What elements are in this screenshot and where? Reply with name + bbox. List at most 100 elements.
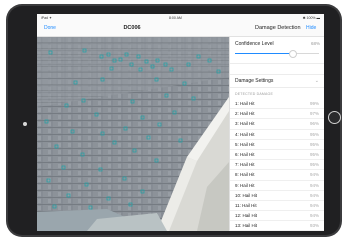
hail-marker-icon[interactable] — [154, 158, 159, 163]
hail-marker-icon[interactable] — [154, 77, 159, 82]
damage-settings-row[interactable]: Damage Settings ⌄ — [230, 74, 324, 88]
hail-marker-icon[interactable] — [155, 58, 160, 63]
damage-list-item[interactable]: 13: Hail Hit 93% — [230, 221, 324, 231]
detected-damage-list: 1: Hail Hit 99% 2: Hail Hit 97% 3: Hail Hit 9… — [230, 99, 324, 231]
damage-item-confidence: 97% — [309, 111, 319, 117]
hail-marker-icon[interactable] — [129, 62, 134, 67]
hail-marker-icon[interactable] — [207, 58, 212, 63]
hail-marker-icon[interactable] — [112, 140, 117, 145]
damage-item-confidence: 94% — [309, 192, 319, 198]
hail-marker-icon[interactable] — [84, 182, 89, 187]
hide-button[interactable]: Hide — [306, 25, 316, 31]
hail-marker-icon[interactable] — [132, 148, 137, 153]
hail-marker-icon[interactable] — [182, 81, 187, 86]
damage-item-label: 6: Hail Hit — [235, 151, 255, 157]
damage-item-label: 5: Hail Hit — [235, 141, 255, 147]
hail-marker-icon[interactable] — [100, 131, 105, 136]
damage-list-item[interactable]: 11: Hail Hit 94% — [230, 201, 324, 212]
hail-marker-icon[interactable] — [130, 99, 135, 104]
roof-photo[interactable] — [37, 37, 229, 231]
hail-marker-icon[interactable] — [118, 57, 123, 62]
confidence-slider[interactable] — [235, 50, 319, 58]
hail-marker-icon[interactable] — [124, 52, 129, 57]
hail-marker-icon[interactable] — [140, 189, 145, 194]
home-button-icon[interactable] — [328, 111, 341, 124]
hail-marker-icon[interactable] — [178, 138, 183, 143]
hail-marker-icon[interactable] — [70, 129, 75, 134]
damage-item-confidence: 99% — [309, 101, 319, 106]
hail-marker-icon[interactable] — [136, 54, 141, 59]
hail-marker-icon[interactable] — [98, 167, 103, 172]
damage-list-item[interactable]: 9: Hail Hit 94% — [230, 181, 324, 191]
hail-marker-icon[interactable] — [81, 98, 86, 103]
hail-marker-icon[interactable] — [150, 64, 155, 69]
damage-list-item[interactable]: 12: Hail Hit 94% — [230, 211, 324, 222]
confidence-label: Confidence Level — [235, 41, 274, 47]
detected-damage-header: DETECTED DAMAGE — [235, 92, 274, 96]
hail-marker-icon[interactable] — [128, 202, 133, 207]
damage-item-label: 3: Hail Hit — [235, 121, 255, 127]
hail-marker-icon[interactable] — [99, 54, 104, 59]
damage-item-label: 9: Hail Hit — [235, 182, 255, 188]
damage-list-item[interactable]: 1: Hail Hit 99% — [230, 99, 324, 110]
app-screen: iPad ✦ 8:00 AM ✱ 100% ▬ Done DC006 Damag… — [37, 14, 324, 231]
hail-marker-icon[interactable] — [140, 115, 145, 120]
hail-marker-icon[interactable] — [61, 165, 66, 170]
hail-marker-icon[interactable] — [66, 193, 71, 198]
damage-item-label: 12: Hail Hit — [235, 213, 258, 219]
damage-list-item[interactable]: 4: Hail Hit 95% — [230, 130, 324, 140]
hail-marker-icon[interactable] — [80, 152, 85, 157]
navigation-bar: Done DC006 Damage Detection Hide — [37, 22, 324, 37]
damage-item-label: 2: Hail Hit — [235, 111, 255, 117]
hail-marker-icon[interactable] — [48, 50, 53, 55]
hail-marker-icon[interactable] — [191, 96, 196, 101]
hail-marker-icon[interactable] — [112, 58, 117, 63]
hail-marker-icon[interactable] — [216, 69, 221, 74]
hail-marker-icon[interactable] — [54, 144, 59, 149]
damage-list-item[interactable]: 8: Hail Hit 94% — [230, 170, 324, 181]
hail-marker-icon[interactable] — [44, 119, 49, 124]
confidence-slider-thumb[interactable] — [289, 50, 298, 58]
confidence-row: Confidence Level 68% — [230, 37, 324, 64]
hail-marker-icon[interactable] — [138, 67, 143, 72]
damage-item-confidence: 94% — [309, 213, 319, 219]
damage-detection-panel: Confidence Level 68% Damage Settings ⌄ D… — [229, 37, 324, 231]
hail-marker-icon[interactable] — [196, 54, 201, 59]
damage-list-item[interactable]: 7: Hail Hit 95% — [230, 160, 324, 171]
page-title: DC006 — [123, 25, 141, 31]
hail-marker-icon[interactable] — [146, 135, 151, 140]
hail-marker-icon[interactable] — [144, 59, 149, 64]
hail-marker-icon[interactable] — [169, 67, 174, 72]
damage-item-confidence: 95% — [309, 162, 319, 168]
panel-title: Damage Detection — [255, 25, 301, 31]
hail-marker-icon[interactable] — [123, 126, 128, 131]
hail-marker-icon[interactable] — [157, 122, 162, 127]
damage-list-item[interactable]: 5: Hail Hit 95% — [230, 140, 324, 150]
damage-list-item[interactable]: 3: Hail Hit 96% — [230, 119, 324, 130]
damage-item-confidence: 96% — [309, 121, 319, 127]
hail-marker-icon[interactable] — [172, 110, 177, 115]
hail-marker-icon[interactable] — [100, 77, 105, 82]
hail-marker-icon[interactable] — [82, 48, 87, 53]
hail-marker-icon[interactable] — [122, 176, 127, 181]
damage-list-item[interactable]: 10: Hail Hit 94% — [230, 191, 324, 201]
damage-list-item[interactable]: 2: Hail Hit 97% — [230, 109, 324, 120]
hail-marker-icon[interactable] — [88, 205, 93, 210]
damage-item-confidence: 95% — [309, 151, 319, 157]
hail-marker-icon[interactable] — [186, 62, 191, 67]
hail-marker-icon[interactable] — [164, 93, 169, 98]
status-time: 8:00 AM — [169, 16, 182, 20]
hail-marker-icon[interactable] — [73, 80, 78, 85]
chevron-down-icon: ⌄ — [314, 78, 319, 84]
hail-marker-icon[interactable] — [94, 112, 99, 117]
hail-marker-icon[interactable] — [106, 52, 111, 57]
damage-item-label: 11: Hail Hit — [235, 202, 257, 208]
hail-marker-icon[interactable] — [52, 204, 57, 209]
hail-marker-icon[interactable] — [163, 62, 168, 67]
damage-item-label: 1: Hail Hit — [235, 101, 255, 106]
hail-marker-icon[interactable] — [46, 178, 51, 183]
hail-marker-icon[interactable] — [106, 196, 111, 201]
hail-marker-icon[interactable] — [64, 103, 69, 108]
damage-list-item[interactable]: 6: Hail Hit 95% — [230, 150, 324, 161]
hail-marker-icon[interactable] — [109, 66, 114, 71]
